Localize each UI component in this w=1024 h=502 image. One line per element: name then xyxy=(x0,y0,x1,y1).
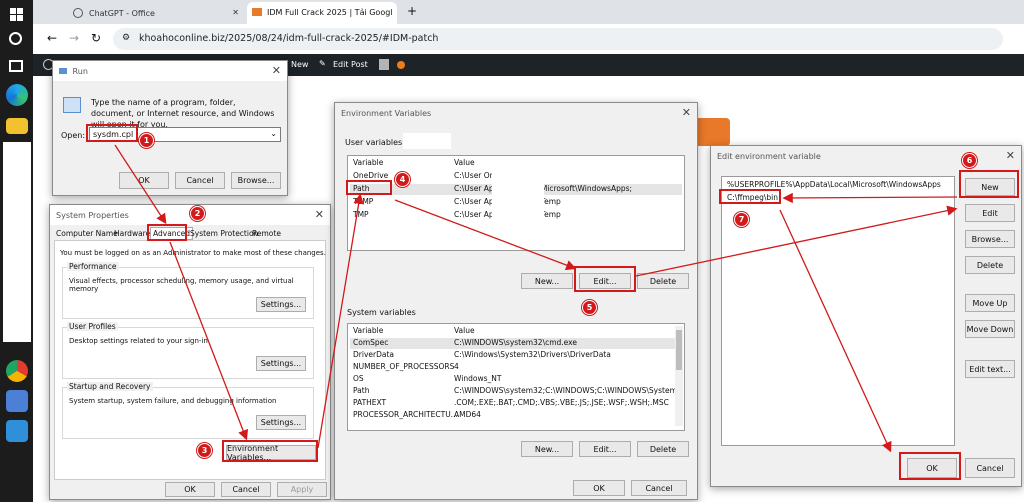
arrow-6-to-7 xyxy=(782,192,958,204)
arrow-4-to-5 xyxy=(394,199,577,271)
arrow-3-to-4 xyxy=(317,193,364,449)
arrow-1-to-2 xyxy=(114,144,167,225)
annotation-arrows xyxy=(114,144,958,453)
arrow-7-to-ok xyxy=(779,209,892,453)
arrow-2-to-3 xyxy=(169,241,249,441)
